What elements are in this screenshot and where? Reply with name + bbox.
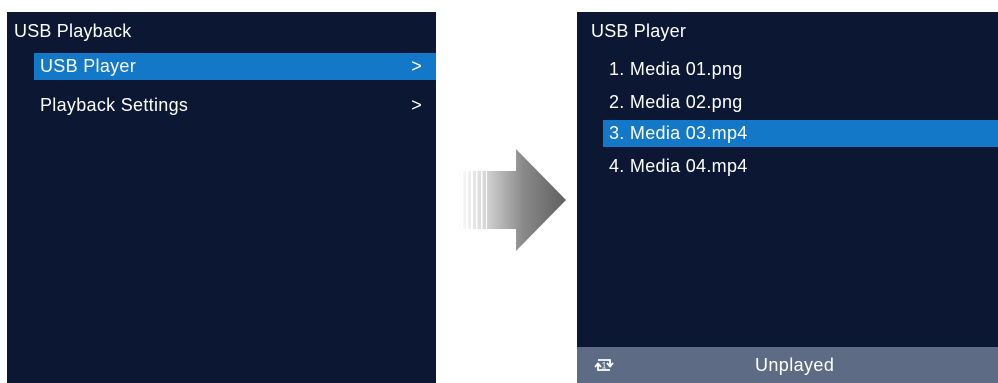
media-list-item[interactable]: 2. Media 02.png: [603, 89, 998, 116]
repeat-one-icon: 1: [594, 359, 614, 371]
arrow-right-icon: [458, 149, 566, 251]
media-item-label: 2. Media 02.png: [609, 92, 743, 112]
media-item-label: 4. Media 04.mp4: [609, 156, 748, 176]
playback-status-text: Unplayed: [755, 355, 835, 375]
chevron-right-icon: >: [411, 56, 422, 76]
menu-item-playback-settings[interactable]: Playback Settings >: [34, 92, 436, 119]
menu-title: USB Player: [591, 21, 687, 41]
usb-playback-menu-screen: USB Playback USB Player > Playback Setti…: [7, 12, 436, 383]
media-list-item[interactable]: 4. Media 04.mp4: [603, 153, 998, 180]
chevron-right-icon: >: [411, 95, 422, 115]
media-item-label: 1. Media 01.png: [609, 59, 743, 79]
media-list-item[interactable]: 3. Media 03.mp4: [603, 120, 998, 147]
media-list-item[interactable]: 1. Media 01.png: [603, 56, 998, 83]
menu-item-label: USB Player: [40, 56, 137, 76]
playback-status-bar: 1 Unplayed: [577, 347, 998, 383]
usb-player-screen: USB Player 1. Media 01.png 2. Media 02.p…: [577, 12, 998, 383]
menu-item-label: Playback Settings: [40, 95, 189, 115]
menu-title: USB Playback: [14, 21, 132, 41]
menu-item-usb-player[interactable]: USB Player >: [34, 53, 436, 80]
repeat-count: 1: [601, 361, 606, 371]
media-item-label: 3. Media 03.mp4: [609, 123, 748, 143]
